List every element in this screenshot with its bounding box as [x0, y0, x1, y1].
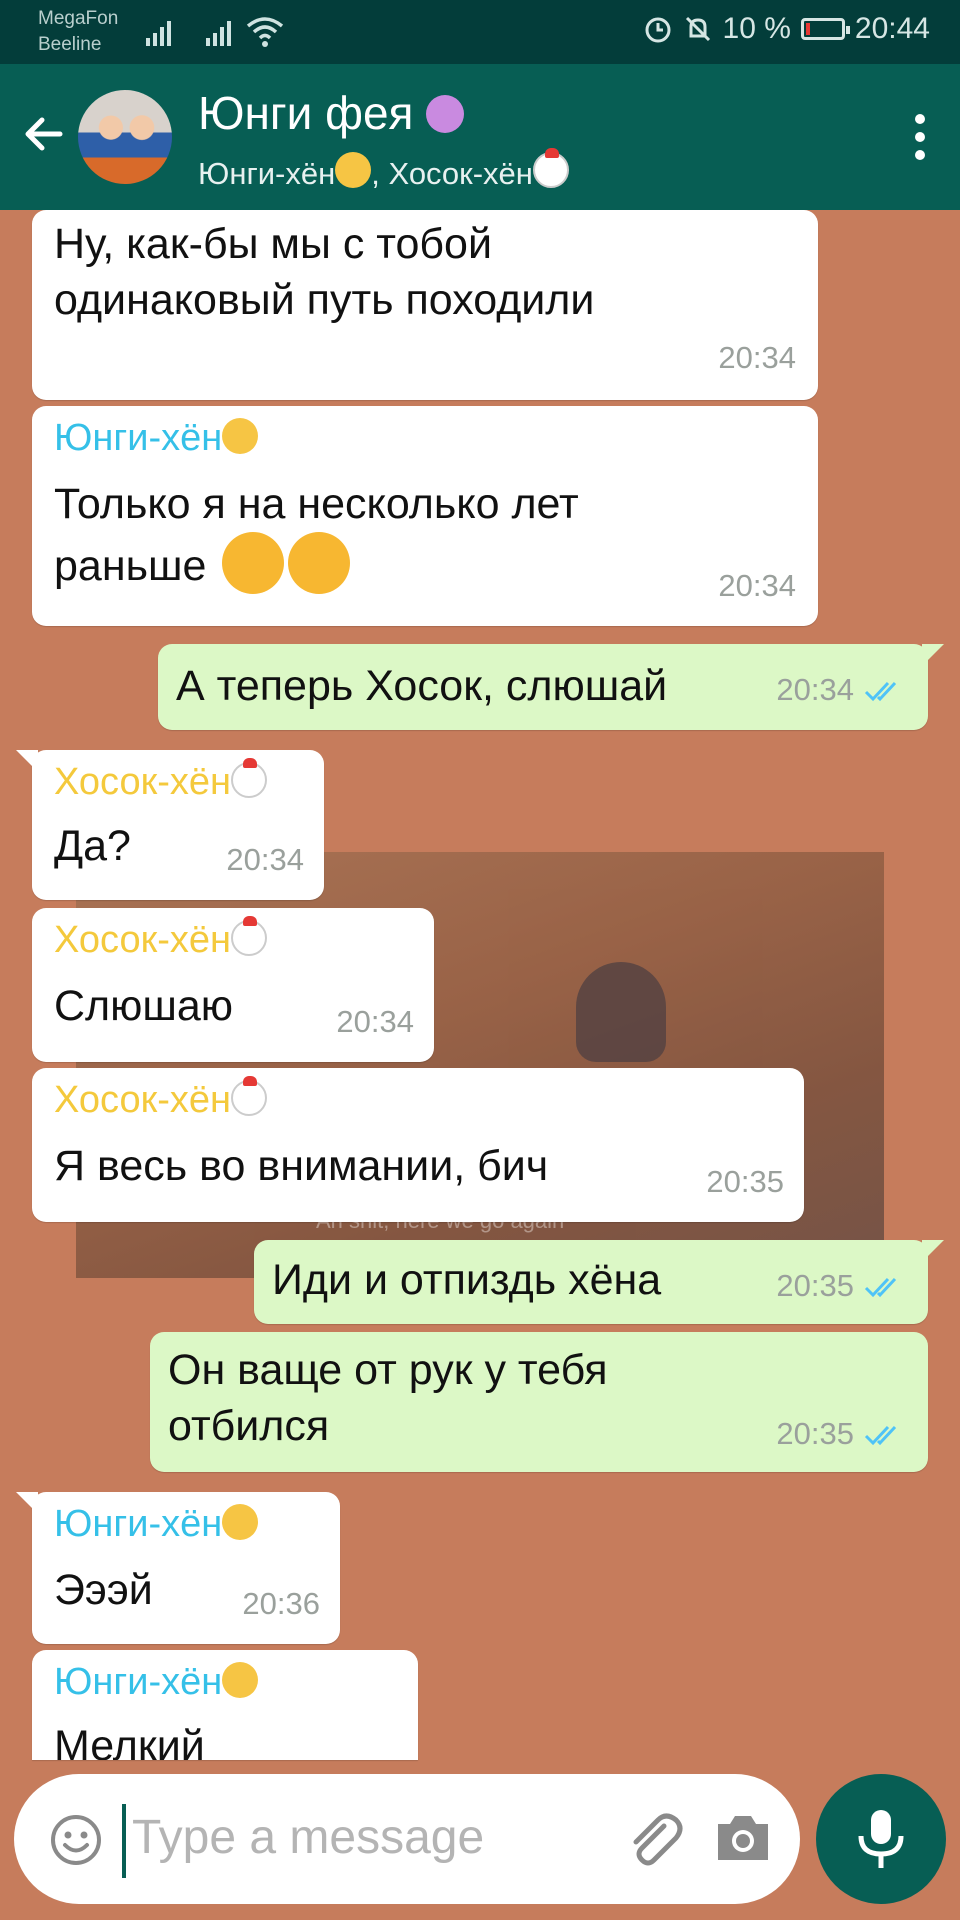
mic-button[interactable]	[816, 1774, 946, 1904]
sender-name-text: Юнги-хён	[54, 417, 223, 459]
chat-header: Юнги фея Юнги-хён, Хосок-хён	[0, 64, 960, 210]
chicken-emoji-icon	[231, 758, 268, 798]
sender-name: Хосок-хён	[54, 916, 412, 964]
read-receipt-icon	[864, 1425, 897, 1446]
status-bar: MegaFon Beeline 10 % 20:44	[0, 0, 960, 64]
cat-emoji-icon	[222, 1662, 259, 1698]
message-time: 20:34	[718, 568, 796, 603]
message-incoming[interactable]: Юнги-хён Мелкий	[32, 1650, 418, 1760]
message-text: А теперь Хосок, слюшай	[176, 662, 668, 710]
signal-icon	[146, 18, 171, 46]
sender-name: Юнги-хён	[54, 414, 796, 462]
sender-name-text: Хосок-хён	[54, 761, 232, 803]
sender-name: Юнги-хён	[54, 1500, 318, 1548]
back-arrow-icon[interactable]	[20, 109, 70, 159]
message-incoming[interactable]: Ну, как-бы мы с тобой одинаковый путь по…	[32, 210, 818, 400]
message-time: 20:34	[336, 1004, 414, 1039]
member-yoongi: Юнги-хён	[198, 156, 336, 191]
message-time: 20:35	[776, 1258, 906, 1314]
sender-name: Хосок-хён	[54, 1076, 782, 1124]
clock: 20:44	[854, 12, 930, 45]
sender-name-text: Хосок-хён	[54, 919, 232, 961]
cat-emoji-icon	[222, 418, 259, 454]
carrier-names: MegaFon Beeline	[38, 6, 118, 58]
mic-icon	[858, 1810, 904, 1868]
upside-down-face-emoji-icon	[288, 532, 351, 594]
battery-icon	[800, 18, 850, 40]
message-text: Мелкий	[54, 1722, 205, 1760]
sender-name-text: Юнги-хён	[54, 1503, 223, 1545]
mute-bell-icon	[685, 16, 710, 42]
sender-name-text: Хосок-хён	[54, 1079, 232, 1121]
chicken-emoji-icon	[231, 1076, 268, 1116]
sender-name-text: Юнги-хён	[54, 1661, 223, 1703]
message-text: Он ваще от рук у тебя отбился	[168, 1346, 608, 1450]
message-outgoing[interactable]: Иди и отпиздь хёна 20:35	[254, 1240, 944, 1324]
chat-title[interactable]: Юнги фея	[198, 86, 465, 140]
group-avatar[interactable]	[78, 90, 172, 184]
message-text: Ну, как-бы мы с тобой одинаковый путь по…	[54, 220, 595, 324]
more-options-icon[interactable]	[910, 114, 930, 164]
upside-down-face-emoji-icon	[222, 532, 285, 594]
message-composer: Type a message	[14, 1774, 800, 1904]
carrier-2: Beeline	[38, 34, 102, 55]
cat-emoji-icon	[335, 152, 372, 188]
text-cursor	[122, 1804, 126, 1878]
alarm-icon	[645, 17, 671, 43]
read-receipt-icon	[864, 1277, 897, 1298]
message-outgoing[interactable]: Он ваще от рук у тебя отбился 20:35	[150, 1332, 928, 1472]
message-time-text: 20:34	[776, 672, 854, 707]
member-hoseok: Хосок-хён	[388, 156, 533, 191]
message-text: Только я на несколько лет раньше	[54, 476, 674, 594]
signal-icon-2	[206, 18, 231, 46]
chat-members[interactable]: Юнги-хён, Хосок-хён	[198, 148, 569, 194]
sender-name: Юнги-хён	[54, 1658, 396, 1706]
message-incoming[interactable]: Юнги-хён Эээй 20:36	[16, 1492, 340, 1644]
fairy-emoji-icon	[426, 95, 465, 133]
message-incoming[interactable]: Юнги-хён Только я на несколько лет раньш…	[32, 406, 818, 626]
attach-icon[interactable]	[620, 1806, 684, 1870]
message-incoming[interactable]: Хосок-хён Я весь во внимании, бич 20:35	[32, 1068, 804, 1222]
message-time: 20:36	[242, 1586, 320, 1621]
message-time: 20:34	[776, 662, 906, 718]
carrier-1: MegaFon	[38, 8, 119, 29]
message-time-text: 20:35	[776, 1268, 854, 1303]
chat-title-text: Юнги фея	[198, 87, 414, 139]
message-incoming[interactable]: Хосок-хён Да? 20:34	[16, 750, 324, 900]
chicken-emoji-icon	[532, 148, 569, 188]
message-time: 20:35	[776, 1406, 906, 1462]
message-outgoing[interactable]: А теперь Хосок, слюшай 20:34	[158, 644, 944, 730]
wallpaper-figure	[576, 962, 666, 1062]
message-time: 20:34	[718, 340, 796, 375]
chicken-emoji-icon	[231, 916, 268, 956]
battery-percent: 10 %	[722, 12, 791, 45]
read-receipt-icon	[864, 681, 897, 702]
status-right: 10 % 20:44	[643, 12, 930, 46]
cat-emoji-icon	[222, 1504, 259, 1540]
camera-icon[interactable]	[714, 1812, 772, 1864]
message-time: 20:35	[706, 1164, 784, 1199]
message-time-text: 20:35	[776, 1416, 854, 1451]
message-text: Я весь во внимании, бич	[54, 1142, 549, 1190]
message-input[interactable]: Type a message	[132, 1810, 484, 1865]
emoji-icon[interactable]	[50, 1814, 102, 1866]
message-time: 20:34	[226, 842, 304, 877]
message-incoming[interactable]: Хосок-хён Слюшаю 20:34	[32, 908, 434, 1062]
message-text: Иди и отпиздь хёна	[272, 1256, 662, 1304]
sender-name: Хосок-хён	[54, 758, 302, 806]
wifi-icon	[246, 17, 284, 47]
